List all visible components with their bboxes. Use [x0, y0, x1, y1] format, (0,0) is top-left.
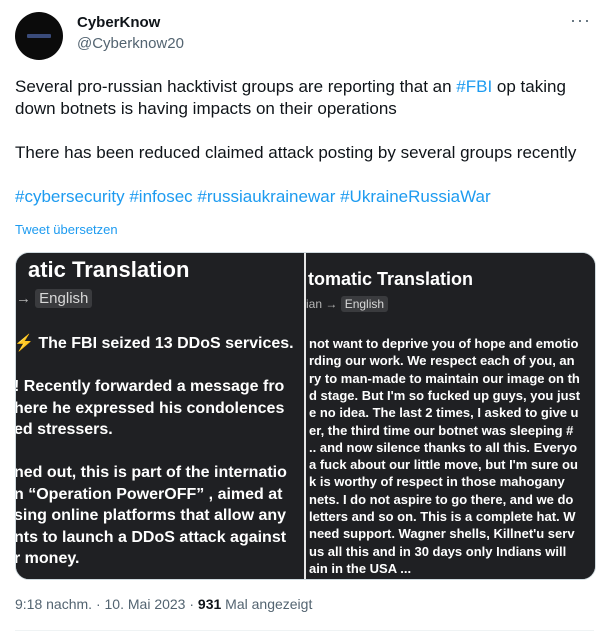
- tweet-time[interactable]: 9:18 nachm.: [15, 596, 92, 612]
- image-title: tomatic Translation: [308, 269, 474, 289]
- image-text-line: ed stressers.: [16, 421, 113, 438]
- image-text-line: e no idea. The last 2 times, I asked to …: [309, 405, 579, 421]
- avatar[interactable]: [15, 12, 63, 60]
- image-text-line: r money.: [16, 550, 80, 567]
- image-text-line: ned out, this is part of the internatio: [16, 464, 287, 481]
- tweet-text: Several pro-russian hacktivist groups ar…: [15, 76, 585, 208]
- image-text-line: letters and so on. This is a complete ha…: [309, 509, 576, 524]
- image-text-line: here he expressed his condolences: [16, 399, 285, 417]
- hashtag-fbi[interactable]: #FBI: [456, 77, 492, 96]
- meta-separator: ·: [189, 596, 195, 612]
- tweet-paragraph-2: There has been reduced claimed attack po…: [15, 143, 577, 162]
- para1-start: Several pro-russian hacktivist groups ar…: [15, 77, 457, 96]
- hashtag-russiaukrainewar[interactable]: #russiaukrainewar: [197, 187, 335, 206]
- image-text-line: ry to man-made to maintain our image on …: [309, 370, 580, 386]
- media-gallery[interactable]: atic Translation → English ⚡ The FBI sei…: [15, 252, 596, 580]
- divider: [15, 630, 594, 631]
- media-image-left[interactable]: atic Translation → English ⚡ The FBI sei…: [16, 253, 304, 579]
- tweet-meta: 9:18 nachm. · 10. Mai 2023 · 931 Mal ang…: [15, 596, 312, 612]
- image-text-line: ⚡ The FBI seized 13 DDoS services.: [16, 335, 294, 352]
- image-text-line: nets. I do not aspire to go there, and w…: [309, 491, 574, 507]
- image-text-line: sing online platforms that allow any: [16, 507, 287, 524]
- lang-prefix: ian →: [306, 297, 338, 311]
- image-title: atic Translation: [28, 257, 190, 282]
- media-image-right[interactable]: tomatic Translation ian → English not wa…: [304, 253, 595, 579]
- image-text-line: k is worthy of respect in those mahogany: [309, 474, 565, 490]
- image-text-line: n “Operation PowerOFF” , aimed at: [16, 485, 283, 503]
- image-text-line: not want to deprive you of hope and emot…: [309, 336, 579, 351]
- hashtag-infosec[interactable]: #infosec: [129, 187, 192, 206]
- lang-chip: English: [35, 289, 93, 308]
- tweet-date[interactable]: 10. Mai 2023: [105, 596, 186, 612]
- image-text-line: a fuck about our little move, but I'm su…: [309, 457, 578, 473]
- view-count-label: Mal angezeigt: [225, 596, 313, 612]
- image-text-line: rding our work. We respect each of you, …: [309, 353, 575, 369]
- image-text-line: need support. Wagner shells, Killnet'u s…: [309, 526, 575, 542]
- tweet-paragraph-1: Several pro-russian hacktivist groups ar…: [15, 76, 585, 120]
- lang-chip: English: [340, 296, 389, 312]
- image-language-row: ian → English: [306, 296, 389, 312]
- hashtag-ukrainerussiawar[interactable]: #UkraineRussiaWar: [340, 187, 491, 206]
- image-text-line: ! Recently forwarded a message fro: [16, 378, 285, 395]
- image-text-line: nts to launch a DDoS attack against: [16, 528, 287, 546]
- image-text-line: ain in the USA ...: [309, 560, 412, 576]
- ellipsis-icon[interactable]: ···: [570, 10, 591, 31]
- author-handle[interactable]: @Cyberknow20: [77, 35, 184, 52]
- image-text-line: er, the third time our botnet was sleepi…: [309, 422, 574, 438]
- tweet-hashtags: #cybersecurity #infosec #russiaukrainewa…: [15, 186, 585, 208]
- cyberknow-logo-icon: [27, 34, 51, 38]
- translate-tweet-link[interactable]: Tweet übersetzen: [15, 222, 118, 237]
- image-language-row: → English: [16, 289, 93, 308]
- image-text-line: d stage. But I'm so fucked up guys, you …: [309, 387, 581, 403]
- image-text-line: us all this and in 30 days only Indians …: [309, 543, 567, 559]
- hashtag-cybersecurity[interactable]: #cybersecurity: [15, 187, 125, 206]
- meta-separator: ·: [95, 596, 101, 612]
- image-text-line: .. and now silence thanks to all this. E…: [309, 439, 578, 455]
- lang-prefix: →: [16, 290, 31, 307]
- view-count: 931: [197, 596, 222, 612]
- author-name[interactable]: CyberKnow: [77, 14, 160, 31]
